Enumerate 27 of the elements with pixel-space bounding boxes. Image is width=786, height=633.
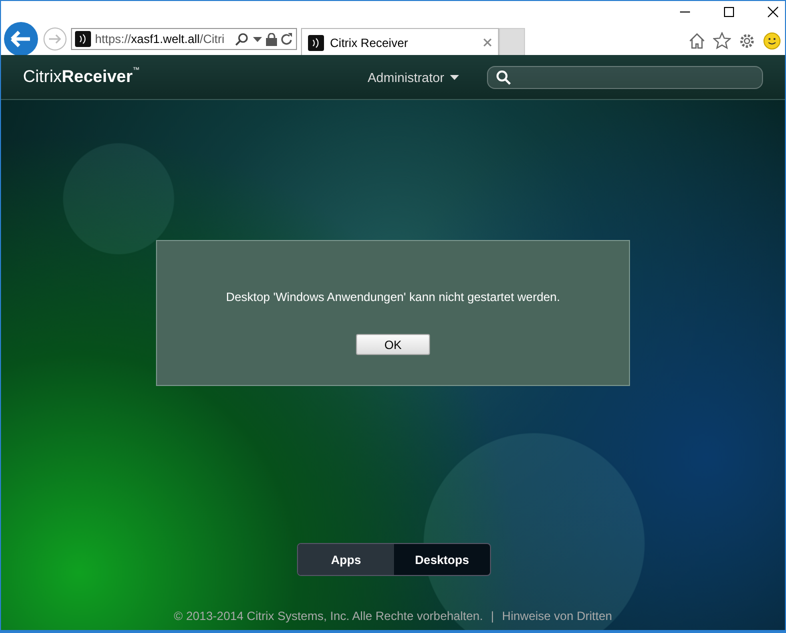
address-bar[interactable]: https://xasf1.welt.all/Citri (71, 28, 297, 50)
site-icon (308, 34, 324, 50)
refresh-icon[interactable] (281, 32, 293, 46)
new-tab-button[interactable] (499, 28, 525, 56)
view-tab[interactable]: Desktops (394, 544, 490, 575)
caret-icon[interactable] (253, 36, 262, 42)
search-field[interactable] (487, 66, 763, 88)
separator: | (490, 609, 494, 623)
back-icon[interactable] (3, 21, 39, 57)
search-icon (496, 70, 512, 84)
star-icon[interactable] (713, 32, 731, 50)
error-message: Desktop 'Windows Anwendungen' kann nicht gestartet werden. (226, 290, 560, 304)
ok-button[interactable]: OK (356, 334, 430, 355)
site-icon (75, 31, 91, 47)
search-icon[interactable] (235, 32, 249, 46)
maximize-icon[interactable] (723, 5, 735, 19)
copyright-text: © 2013-2014 Citrix Systems, Inc. Alle Rechte vorbehalten. (174, 609, 483, 623)
lock-icon (266, 32, 277, 46)
third-party-notices-link[interactable]: Hinweise von Dritten (502, 609, 612, 623)
smiley-icon[interactable] (763, 32, 781, 50)
user-menu[interactable]: Administrator (368, 70, 460, 84)
settings-icon[interactable] (738, 32, 756, 50)
close-icon[interactable] (767, 5, 779, 19)
home-icon[interactable] (688, 32, 706, 50)
caret-icon (450, 74, 460, 80)
browser-tab[interactable]: Citrix Receiver (301, 28, 499, 56)
view-tab[interactable]: Apps (298, 544, 394, 575)
